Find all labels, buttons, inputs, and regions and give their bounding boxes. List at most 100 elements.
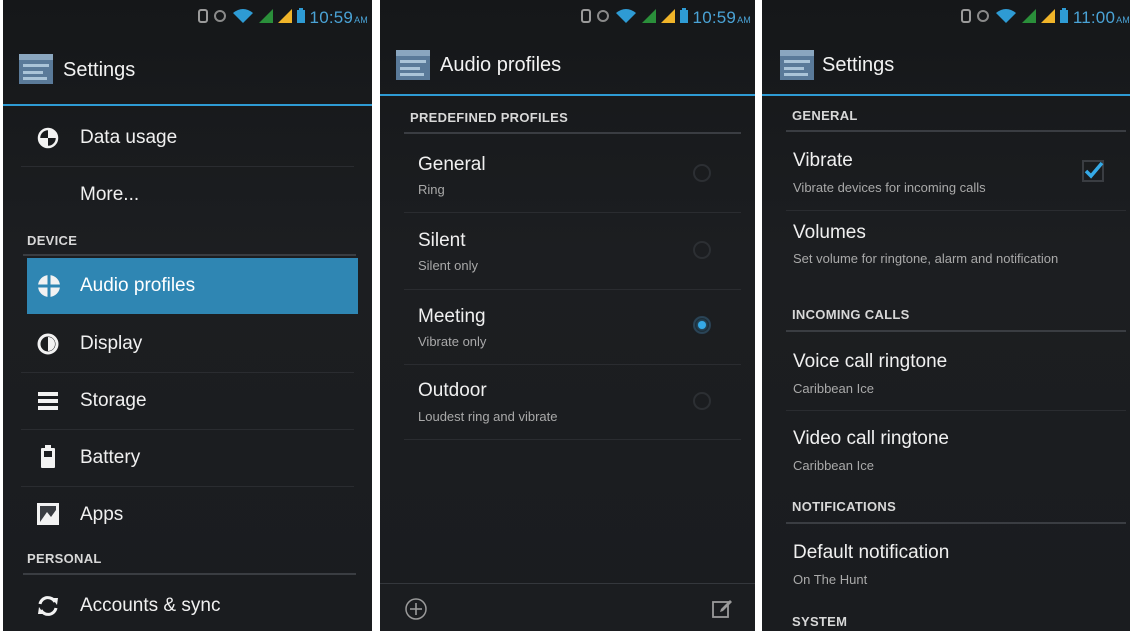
battery-icon — [40, 445, 56, 474]
section-header-system: SYSTEM — [792, 614, 848, 629]
signal-1-icon — [1021, 8, 1036, 28]
status-bar: 11:00AM — [762, 0, 1130, 34]
clock: 10:59AM — [309, 8, 368, 27]
wifi-icon — [995, 8, 1017, 29]
section-header-predefined: PREDEFINED PROFILES — [410, 110, 569, 125]
settings-item-apps[interactable]: Apps — [3, 487, 372, 543]
section-header-incoming-calls: INCOMING CALLS — [792, 307, 910, 322]
profile-radio[interactable] — [693, 241, 711, 259]
setting-volumes[interactable]: Volumes Set volume for ringtone, alarm a… — [762, 211, 1130, 297]
battery-status-icon — [296, 8, 305, 28]
edit-icon[interactable] — [711, 597, 733, 624]
signal-1-icon — [258, 8, 273, 28]
notification-icon — [580, 8, 591, 28]
settings-item-audio-profiles[interactable]: Audio profiles — [27, 258, 358, 314]
audio-profiles-screen: 10:59AM Audio profiles PREDEFINED PROFIL… — [380, 0, 755, 631]
section-divider — [404, 132, 741, 134]
setting-title: Volumes — [793, 222, 866, 243]
settings-app-icon[interactable] — [17, 50, 55, 88]
setting-desc: Vibrate devices for incoming calls — [793, 180, 986, 195]
settings-item-more[interactable]: More... — [3, 167, 372, 223]
profile-general[interactable]: General Ring — [380, 136, 755, 212]
status-bar: 10:59AM — [3, 0, 372, 34]
section-header-device: DEVICE — [27, 233, 78, 248]
profile-radio-selected[interactable] — [693, 316, 711, 334]
profile-desc: Vibrate only — [418, 334, 487, 349]
profile-desc: Ring — [418, 182, 445, 197]
section-divider — [786, 130, 1126, 132]
bottom-action-bar — [380, 583, 755, 631]
settings-item-storage[interactable]: Storage — [3, 373, 372, 429]
setting-title: Video call ringtone — [793, 428, 949, 449]
storage-icon — [37, 390, 59, 417]
setting-desc: Caribbean Ice — [793, 381, 874, 396]
profile-radio[interactable] — [693, 164, 711, 182]
settings-item-label: Storage — [80, 390, 147, 411]
sync-status-icon — [976, 9, 990, 28]
wifi-icon — [232, 8, 254, 29]
display-icon — [37, 333, 59, 360]
action-bar: Audio profiles — [380, 32, 755, 96]
section-header-notifications: NOTIFICATIONS — [792, 499, 897, 514]
notification-icon — [960, 8, 971, 28]
data-usage-icon — [37, 127, 59, 154]
settings-screen-1: 10:59AM Settings Data usage More... DEVI… — [3, 0, 372, 631]
battery-status-icon — [1059, 8, 1068, 28]
settings-item-label: Data usage — [80, 127, 178, 148]
signal-1-icon — [641, 8, 656, 28]
checkmark-icon — [1084, 161, 1104, 179]
sync-status-icon — [213, 9, 227, 28]
settings-item-data-usage[interactable]: Data usage — [3, 110, 372, 166]
profile-name: General — [418, 154, 486, 175]
clock: 11:00AM — [1072, 8, 1130, 27]
setting-desc: Set volume for ringtone, alarm and notif… — [793, 251, 1059, 266]
page-title: Settings — [822, 54, 895, 76]
profile-desc: Loudest ring and vibrate — [418, 409, 558, 424]
signal-2-icon — [1040, 8, 1055, 28]
action-bar: Settings — [762, 32, 1130, 96]
action-bar: Settings — [3, 34, 372, 106]
profile-silent[interactable]: Silent Silent only — [380, 213, 755, 289]
setting-desc: On The Hunt — [793, 572, 868, 587]
audio-profiles-app-icon[interactable] — [394, 46, 432, 84]
setting-title: Vibrate — [793, 150, 853, 171]
setting-default-notification[interactable]: Default notification On The Hunt — [762, 526, 1130, 600]
clock: 10:59AM — [692, 8, 751, 27]
add-icon[interactable] — [404, 597, 428, 626]
setting-voice-ringtone[interactable]: Voice call ringtone Caribbean Ice — [762, 334, 1130, 410]
sync-icon — [36, 594, 60, 623]
signal-2-icon — [660, 8, 675, 28]
signal-2-icon — [277, 8, 292, 28]
settings-item-label: Apps — [80, 504, 124, 525]
status-bar: 10:59AM — [380, 0, 755, 34]
audio-profiles-icon — [37, 274, 61, 303]
setting-vibrate[interactable]: Vibrate Vibrate devices for incoming cal… — [762, 134, 1130, 210]
profile-meeting[interactable]: Meeting Vibrate only — [380, 290, 755, 364]
section-header-general: GENERAL — [792, 108, 858, 123]
divider — [404, 439, 741, 440]
profile-outdoor[interactable]: Outdoor Loudest ring and vibrate — [380, 365, 755, 439]
settings-app-icon[interactable] — [778, 46, 816, 84]
page-title: Settings — [63, 59, 136, 81]
section-divider — [23, 573, 356, 575]
sync-status-icon — [596, 9, 610, 28]
profile-name: Silent — [418, 230, 466, 251]
settings-item-display[interactable]: Display — [3, 316, 372, 372]
vibrate-checkbox[interactable] — [1082, 160, 1104, 182]
settings-item-accounts-sync[interactable]: Accounts & sync — [3, 578, 372, 631]
profile-radio[interactable] — [693, 392, 711, 410]
section-divider — [786, 330, 1126, 332]
apps-icon — [36, 502, 60, 531]
page-title: Audio profiles — [440, 54, 562, 76]
battery-status-icon — [679, 8, 688, 28]
settings-item-label: Display — [80, 333, 143, 354]
profile-name: Meeting — [418, 306, 486, 327]
settings-item-label: Battery — [80, 447, 141, 468]
setting-video-ringtone[interactable]: Video call ringtone Caribbean Ice — [762, 411, 1130, 487]
section-divider — [23, 254, 356, 256]
setting-title: Voice call ringtone — [793, 351, 948, 372]
setting-desc: Caribbean Ice — [793, 458, 874, 473]
settings-item-battery[interactable]: Battery — [3, 430, 372, 486]
setting-title: Default notification — [793, 542, 950, 563]
profile-desc: Silent only — [418, 258, 478, 273]
